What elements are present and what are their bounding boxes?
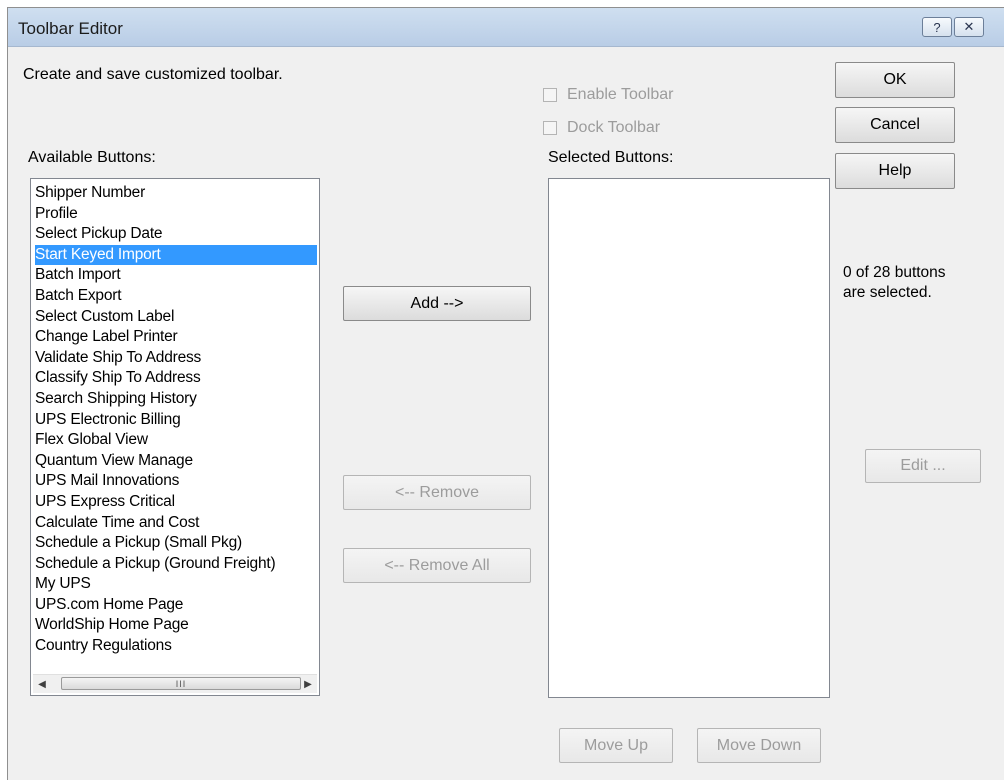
list-item[interactable]: Batch Import xyxy=(35,265,317,286)
list-item[interactable]: Batch Export xyxy=(35,286,317,307)
scroll-right-icon[interactable]: ▶ xyxy=(299,675,317,693)
list-item[interactable]: Search Shipping History xyxy=(35,389,317,410)
available-buttons-list[interactable]: Shipper Number Profile Select Pickup Date S… xyxy=(30,178,320,696)
close-button[interactable]: ✕ xyxy=(954,17,984,37)
available-list-items: Shipper Number Profile Select Pickup Date S… xyxy=(35,183,317,657)
cancel-button[interactable]: Cancel xyxy=(835,107,955,143)
list-item[interactable]: Schedule a Pickup (Ground Freight) xyxy=(35,554,317,575)
checkbox-box xyxy=(543,121,557,135)
list-item[interactable]: Profile xyxy=(35,204,317,225)
question-icon: ? xyxy=(933,19,941,35)
list-item[interactable]: Calculate Time and Cost xyxy=(35,513,317,534)
intro-text: Create and save customized toolbar. xyxy=(23,66,283,83)
list-item[interactable]: Change Label Printer xyxy=(35,327,317,348)
list-item[interactable]: Quantum View Manage xyxy=(35,451,317,472)
help-button[interactable]: Help xyxy=(835,153,955,189)
edit-button[interactable]: Edit ... xyxy=(865,449,981,483)
list-item[interactable]: Country Regulations xyxy=(35,636,317,657)
list-item[interactable]: Flex Global View xyxy=(35,430,317,451)
scroll-thumb[interactable]: III xyxy=(61,677,301,690)
list-item[interactable]: My UPS xyxy=(35,574,317,595)
list-item[interactable]: WorldShip Home Page xyxy=(35,615,317,636)
window-title: Toolbar Editor xyxy=(18,19,123,38)
list-item[interactable]: UPS Electronic Billing xyxy=(35,410,317,431)
selection-count-line2: are selected. xyxy=(843,284,932,301)
checkbox-box xyxy=(543,88,557,102)
horizontal-scrollbar[interactable]: ◀ III ▶ xyxy=(33,674,317,693)
list-item[interactable]: Schedule a Pickup (Small Pkg) xyxy=(35,533,317,554)
ok-button[interactable]: OK xyxy=(835,62,955,98)
remove-all-button[interactable]: <-- Remove All xyxy=(343,548,531,583)
list-item[interactable]: Shipper Number xyxy=(35,183,317,204)
move-down-button[interactable]: Move Down xyxy=(697,728,821,763)
close-icon: ✕ xyxy=(963,19,975,34)
available-buttons-label: Available Buttons: xyxy=(28,149,156,166)
enable-toolbar-checkbox[interactable]: Enable Toolbar xyxy=(543,86,673,104)
dock-toolbar-label: Dock Toolbar xyxy=(567,119,661,136)
selected-buttons-list[interactable] xyxy=(548,178,830,698)
move-up-button[interactable]: Move Up xyxy=(559,728,673,763)
add-button[interactable]: Add --> xyxy=(343,286,531,321)
list-item[interactable]: Validate Ship To Address xyxy=(35,348,317,369)
list-item[interactable]: UPS Express Critical xyxy=(35,492,317,513)
list-item[interactable]: Select Custom Label xyxy=(35,307,317,328)
list-item[interactable]: Start Keyed Import xyxy=(35,244,317,266)
help-title-button[interactable]: ? xyxy=(922,17,952,37)
remove-button[interactable]: <-- Remove xyxy=(343,475,531,510)
list-item[interactable]: Classify Ship To Address xyxy=(35,368,317,389)
enable-toolbar-label: Enable Toolbar xyxy=(567,86,674,103)
dock-toolbar-checkbox[interactable]: Dock Toolbar xyxy=(543,119,660,137)
selected-buttons-label: Selected Buttons: xyxy=(548,149,674,166)
selection-count-line1: 0 of 28 buttons xyxy=(843,264,946,281)
scroll-left-icon[interactable]: ◀ xyxy=(33,675,51,693)
toolbar-editor-dialog: Toolbar Editor ? ✕ Create and save custo… xyxy=(7,7,1004,780)
list-item[interactable]: Select Pickup Date xyxy=(35,224,317,245)
title-bar: Toolbar Editor ? ✕ xyxy=(8,8,1004,47)
list-item[interactable]: UPS.com Home Page xyxy=(35,595,317,616)
list-item[interactable]: UPS Mail Innovations xyxy=(35,471,317,492)
